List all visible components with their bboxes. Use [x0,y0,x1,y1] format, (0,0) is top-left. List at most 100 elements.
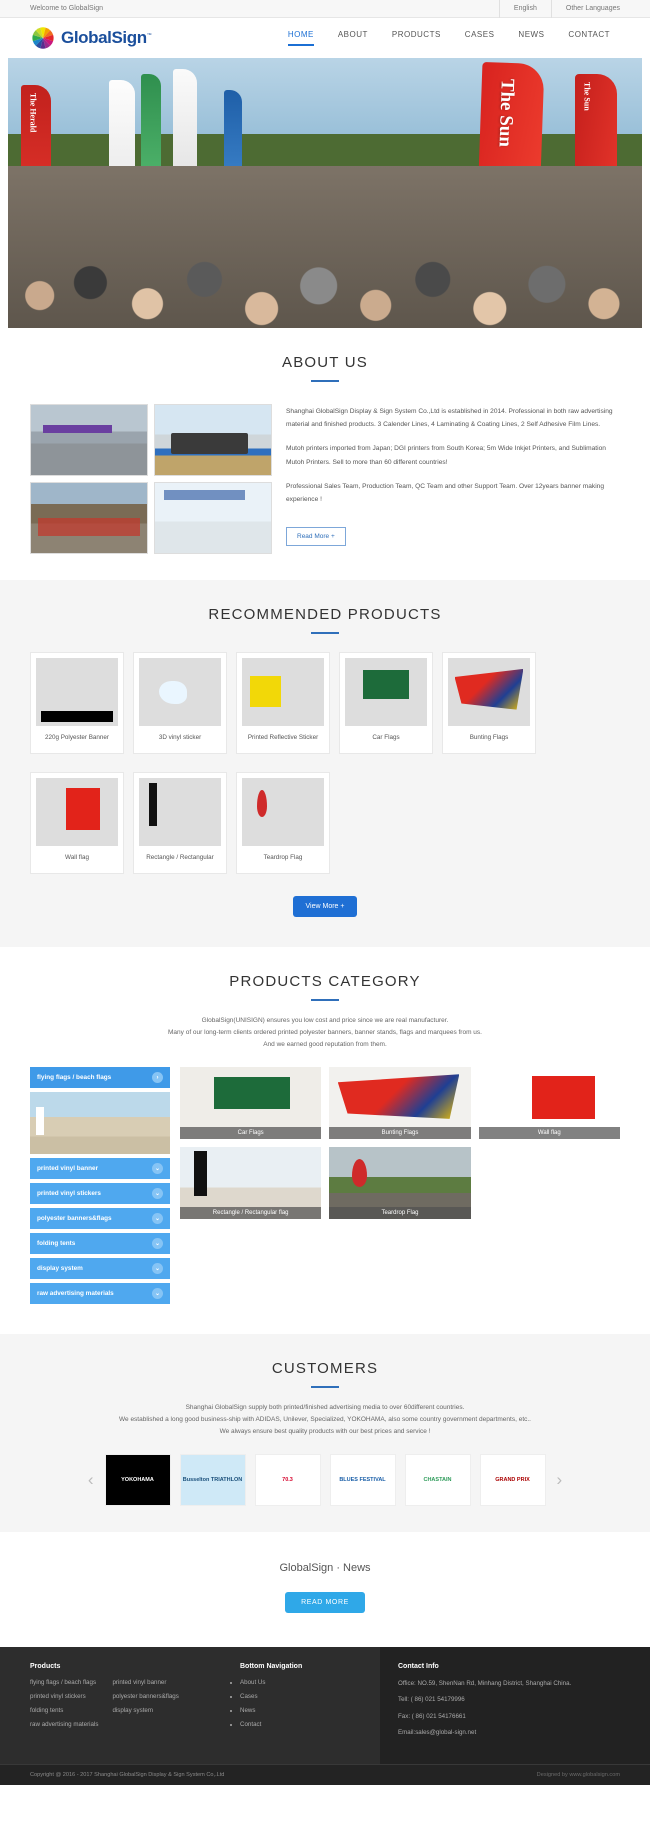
category-tile-label: Rectangle / Rectangular flag [180,1207,322,1220]
category-item-printed-vinyl-banner[interactable]: printed vinyl banner ⌄ [30,1158,170,1180]
product-thumb [139,778,221,846]
product-label: 220g Polyester Banner [44,734,110,741]
footer-products-list-2: printed vinyl banner polyester banners&f… [112,1679,178,1735]
category-item-folding-tents[interactable]: folding tents ⌄ [30,1233,170,1255]
welcome-text: Welcome to GlobalSign [30,5,104,12]
nav-item-cases[interactable]: CASES [465,30,495,46]
hero-banner-slide[interactable]: The Herald The Sun The Sun [8,58,642,328]
customer-logo-busselton[interactable]: Busselton TRIATHLON [179,1454,246,1507]
footer-contact-title: Contact Info [398,1663,439,1671]
about-paragraph-1: Shanghai GlobalSign Display & Sign Syste… [286,408,613,429]
category-description: GlobalSign(UNISIGN) ensures you low cost… [90,1015,560,1051]
news-read-more-button[interactable]: READ MORE [285,1592,365,1614]
product-label: Teardrop Flag [263,854,303,861]
language-english[interactable]: English [498,0,551,18]
footer-nav-link-about[interactable]: About Us [240,1679,370,1686]
category-item-flying-flags[interactable]: flying flags / beach flags › [30,1067,170,1089]
footer-contact-email[interactable]: Email:sales@global-sign.net [398,1728,620,1737]
customer-logo-ironman[interactable]: 70.3 [254,1454,321,1507]
customer-logo-yokohama[interactable]: YOKOHAMA [104,1454,171,1507]
footer-link[interactable]: display system [112,1707,178,1714]
category-item-label: folding tents [37,1240,76,1248]
footer-nav-title: Bottom Navigation [240,1663,303,1671]
footer-contact-fax: Fax: ( 86) 021 54176661 [398,1712,466,1720]
category-item-raw-materials[interactable]: raw advertising materials ⌄ [30,1283,170,1305]
product-card[interactable]: 3D vinyl sticker [133,652,227,754]
read-more-button[interactable]: Read More + [286,527,346,547]
chevron-down-icon: ⌄ [152,1213,163,1225]
product-thumb [345,658,427,726]
hero-crowd [8,166,642,328]
category-item-polyester-banners[interactable]: polyester banners&flags ⌄ [30,1208,170,1230]
customers-title: CUSTOMERS [271,1360,379,1378]
chevron-down-icon: ⌄ [152,1188,163,1200]
category-tile[interactable]: Teardrop Flag [329,1147,471,1220]
footer-link[interactable]: folding tents [30,1707,98,1714]
nav-item-news[interactable]: NEWS [518,30,544,46]
chevron-down-icon: ⌄ [152,1288,163,1300]
footer-link[interactable]: printed vinyl stickers [30,1693,98,1700]
about-image-exhibition [154,482,272,554]
footer-link[interactable]: raw advertising materials [30,1721,98,1728]
product-card[interactable]: Rectangle / Rectangular [133,772,227,874]
logo[interactable]: GlobalSign™ [30,25,152,51]
language-other[interactable]: Other Languages [550,0,620,18]
footer-contact-tel: Tell: ( 86) 021 54179996 [398,1696,465,1704]
product-card[interactable]: 220g Polyester Banner [30,652,124,754]
carousel-next-icon[interactable]: › [555,1470,565,1490]
product-card[interactable]: Car Flags [339,652,433,754]
customer-logo-grand-prix[interactable]: GRAND PRIX [479,1454,546,1507]
chevron-right-icon: › [152,1072,163,1084]
site-header: GlobalSign™ HOME ABOUT PRODUCTS CASES NE… [0,18,650,58]
footer-link[interactable]: polyester banners&flags [112,1693,178,1700]
product-thumb [36,778,118,846]
category-item-label: display system [37,1265,83,1273]
designed-by-text[interactable]: Designed by www.globalsign.com [537,1772,620,1778]
nav-item-contact[interactable]: CONTACT [568,30,610,46]
nav-item-about[interactable]: ABOUT [338,30,368,46]
about-image-team-outdoor [30,482,148,554]
recommended-cards-row-2: Wall flag Rectangle / Rectangular Teardr… [0,754,650,874]
category-tile-label: Car Flags [180,1127,322,1140]
footer-nav-link-cases[interactable]: Cases [240,1693,370,1700]
category-item-label: flying flags / beach flags [37,1074,112,1082]
category-tile[interactable]: Wall flag [478,1067,620,1140]
category-tile[interactable]: Car Flags [180,1067,322,1140]
product-thumb [36,658,118,726]
recommended-title: RECOMMENDED PRODUCTS [208,606,442,623]
category-desc-line-2: Many of our long-term clients ordered pr… [168,1029,482,1037]
category-item-printed-vinyl-stickers[interactable]: printed vinyl stickers ⌄ [30,1183,170,1205]
about-paragraph-2: Mutoh printers imported from Japan; DGI … [286,445,606,466]
category-tile-label: Bunting Flags [329,1127,471,1140]
category-image-grid: Car Flags Bunting Flags Wall flag Rectan… [180,1067,620,1308]
main-navigation: HOME ABOUT PRODUCTS CASES NEWS CONTACT [151,30,620,46]
category-item-display-system[interactable]: display system ⌄ [30,1258,170,1280]
top-utility-bar: Welcome to GlobalSign English Other Lang… [0,0,650,18]
customer-logo-blues-festival[interactable]: BLUES FESTIVAL [329,1454,396,1507]
products-category-section: PRODUCTS CATEGORY GlobalSign(UNISIGN) en… [0,947,650,1334]
product-card[interactable]: Teardrop Flag [236,772,330,874]
category-title: PRODUCTS CATEGORY [229,973,421,990]
category-item-label: polyester banners&flags [37,1215,112,1223]
carousel-prev-icon[interactable]: ‹ [86,1470,96,1490]
customer-logo-chastain[interactable]: CHASTAIN [404,1454,471,1507]
footer-link[interactable]: printed vinyl banner [112,1679,178,1686]
footer-nav-link-contact[interactable]: Contact [240,1721,370,1728]
customers-title-rule [311,1386,339,1389]
about-image-grid [30,404,272,554]
footer-nav-link-news[interactable]: News [240,1707,370,1714]
recommended-cards-row-1: 220g Polyester Banner 3D vinyl sticker P… [0,634,650,754]
category-item-label: raw advertising materials [37,1290,114,1298]
category-tile[interactable]: Bunting Flags [329,1067,471,1140]
category-tile[interactable]: Rectangle / Rectangular flag [180,1147,322,1220]
product-card[interactable]: Wall flag [30,772,124,874]
nav-item-products[interactable]: PRODUCTS [392,30,441,46]
product-label: 3D vinyl sticker [158,734,202,741]
product-card[interactable]: Printed Reflective Sticker [236,652,330,754]
footer-link[interactable]: flying flags / beach flags [30,1679,98,1686]
view-more-button[interactable]: View More + [292,896,358,917]
product-thumb [139,658,221,726]
nav-item-home[interactable]: HOME [287,30,314,46]
product-card[interactable]: Bunting Flags [442,652,536,754]
customers-desc-line-3: We always ensure best quality products w… [219,1428,431,1436]
